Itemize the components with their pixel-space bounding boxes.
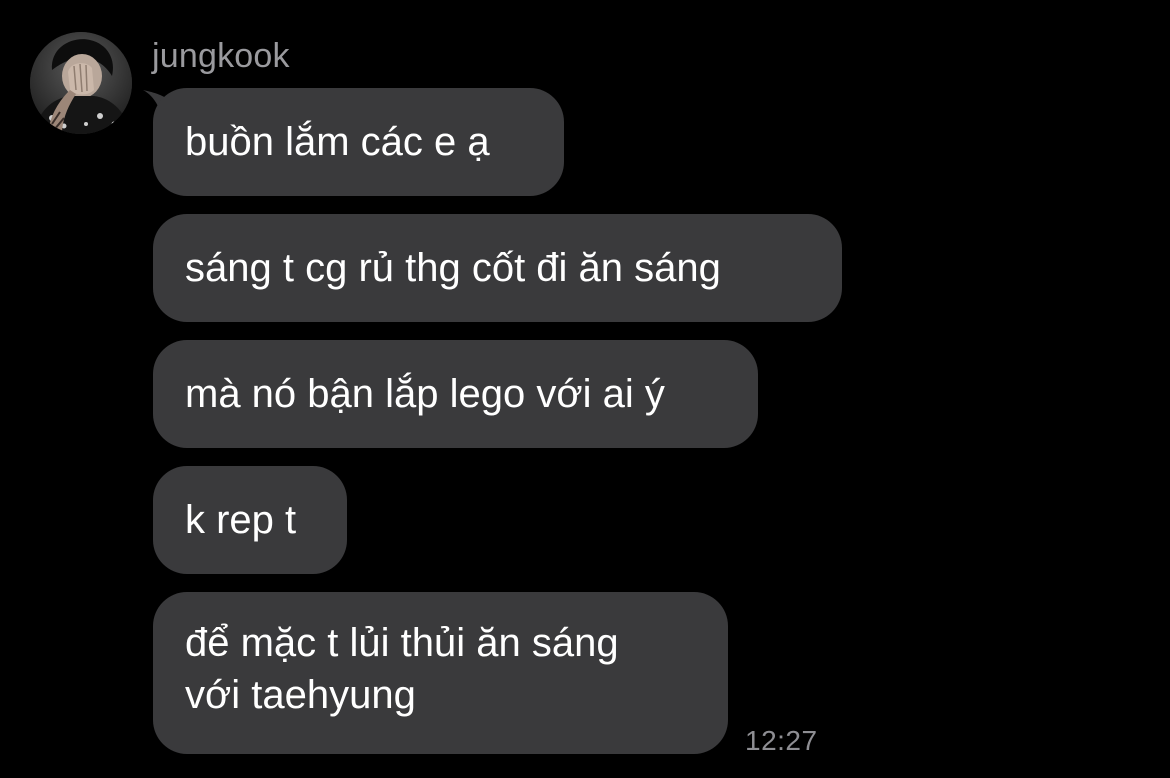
sender-name: jungkook xyxy=(152,37,290,75)
message-bubble[interactable]: mà nó bận lắp lego với ai ý xyxy=(153,340,758,448)
message-bubble[interactable]: buồn lắm các e ạ xyxy=(153,88,564,196)
message-bubble[interactable]: để mặc t lủi thủi ăn sáng với taehyung xyxy=(153,592,728,754)
message-text: buồn lắm các e ạ xyxy=(185,120,490,164)
message-timestamp: 12:27 xyxy=(745,725,818,756)
chat-screen: { "conversation": { "sender": "jungkook"… xyxy=(0,0,1170,778)
message-text: k rep t xyxy=(185,498,297,542)
message-text: sáng t cg rủ thg cốt đi ăn sáng xyxy=(185,246,721,290)
message-text: mà nó bận lắp lego với ai ý xyxy=(185,372,665,416)
message-text: để mặc t lủi thủi ăn sáng với taehyung xyxy=(185,621,619,717)
message-bubble[interactable]: k rep t xyxy=(153,466,347,574)
profile-photo-image xyxy=(30,32,132,134)
avatar[interactable] xyxy=(30,32,132,134)
message-bubble[interactable]: sáng t cg rủ thg cốt đi ăn sáng xyxy=(153,214,842,322)
